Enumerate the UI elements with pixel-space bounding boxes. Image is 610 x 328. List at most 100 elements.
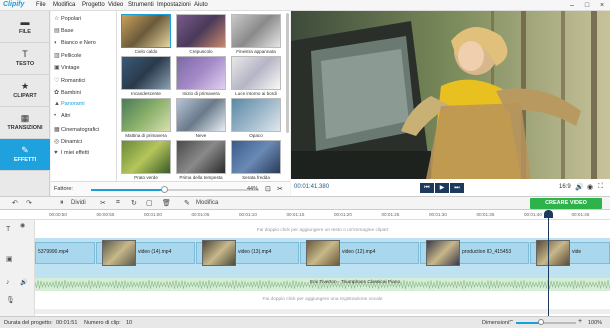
fullscreen-icon[interactable]: ⛶: [598, 183, 603, 191]
effect-thumbnail[interactable]: Prato verde: [121, 140, 171, 181]
status-bar: Durata del progetto: 00:01:51 Numero di …: [0, 316, 610, 328]
category-item[interactable]: ☆ Popolari: [54, 15, 81, 25]
category-item[interactable]: ▤Base: [54, 27, 74, 37]
menu-file[interactable]: File: [36, 2, 46, 8]
clip-thumbnail: [202, 240, 236, 266]
strength-slider[interactable]: [91, 186, 259, 193]
menu-settings[interactable]: Impostazioni: [157, 2, 191, 8]
snapshot-icon[interactable]: ◉: [587, 183, 593, 191]
effect-label: Prato verde: [134, 175, 158, 180]
clip-label: video (12).mp4: [342, 249, 376, 255]
previous-frame-button[interactable]: ⏮: [420, 183, 434, 193]
menu-project[interactable]: Progetto: [82, 2, 105, 8]
sidebar-item-effects[interactable]: ✎ EFFETTI: [0, 139, 50, 171]
effect-thumbnail[interactable]: Prima della tempesta: [176, 140, 226, 181]
effect-thumbnail[interactable]: Incandescente: [121, 56, 171, 97]
cut-icon[interactable]: ✂: [100, 199, 106, 207]
strength-knob[interactable]: [161, 186, 169, 193]
playhead[interactable]: [548, 210, 549, 316]
category-label: Base: [61, 28, 74, 35]
category-item[interactable]: ✿ Bambini: [54, 89, 81, 99]
undo-icon[interactable]: ↶: [12, 199, 18, 207]
playhead-handle[interactable]: [544, 210, 553, 218]
edit-icon[interactable]: ✎: [184, 199, 190, 207]
close-icon[interactable]: ×: [595, 0, 609, 11]
menu-tools[interactable]: Strumenti: [128, 2, 154, 8]
category-item[interactable]: ▥Pellicole: [54, 52, 81, 62]
rotate-icon[interactable]: ↻: [131, 199, 137, 207]
effect-preview-image: [231, 98, 281, 132]
effect-category-list: ☆ Popolari ▤Base ◐ Bianco e Nero ▥Pellicole ▣V…: [51, 11, 117, 181]
strength-label: Fattore:: [54, 186, 73, 192]
effect-label: Crepuscolo: [189, 49, 213, 54]
create-video-button[interactable]: CREARE VIDEO: [530, 198, 602, 209]
sidebar-item-text[interactable]: T TESTO: [0, 43, 50, 75]
menu-edit[interactable]: Modifica: [53, 2, 75, 8]
split-button[interactable]: Dividi: [71, 200, 86, 206]
sidebar-item-clipart[interactable]: ★ CLIPART: [0, 75, 50, 107]
effect-thumbnail[interactable]: Mattina di primavera: [121, 98, 171, 139]
effect-thumbnail[interactable]: Neve: [176, 98, 226, 139]
sidebar-item-transitions[interactable]: ▦ TRANSIZIONI: [0, 107, 50, 139]
split-icon[interactable]: ⏸: [60, 199, 64, 207]
effect-preview-image: [176, 140, 226, 174]
effect-thumbnail[interactable]: Crepuscolo: [176, 14, 226, 55]
category-item[interactable]: ▦Cinematografici: [54, 126, 99, 136]
category-icon: ◐: [54, 39, 58, 46]
category-label: Bambini: [61, 89, 81, 96]
effect-thumbnail[interactable]: Inizio di primavera: [176, 56, 226, 97]
zoom-in-icon[interactable]: +: [578, 318, 582, 325]
edit-button[interactable]: Modifica: [196, 200, 218, 206]
preview-panel: 00:01:41.380 ⏮ ▶ ⏭ 16:9 🔊 ◉ ⛶: [291, 11, 610, 196]
fullscreen-toggle-icon[interactable]: ⊡: [265, 185, 271, 193]
grid-scrollbar[interactable]: [286, 13, 289, 133]
category-label: Bianco e Nero: [61, 39, 96, 46]
delete-icon[interactable]: 🗑: [162, 199, 171, 207]
category-label: I miei effetti: [61, 150, 90, 157]
zoom-knob[interactable]: [538, 319, 544, 325]
frame-icon[interactable]: ▢: [146, 199, 153, 207]
effect-thumbnail[interactable]: Finestra appannata: [231, 14, 281, 55]
category-label: Popolari: [61, 16, 82, 22]
ruler-tick-label: 00:00:50: [49, 212, 67, 217]
star-icon: ★: [20, 81, 30, 91]
app-logo: Clipify: [3, 1, 25, 8]
effect-label: Prima della tempesta: [179, 175, 223, 180]
play-button[interactable]: ▶: [435, 183, 449, 193]
category-item[interactable]: ♥ I miei effetti: [54, 150, 89, 160]
effect-thumbnail[interactable]: Opaco: [231, 98, 281, 139]
folder-icon: ▬: [20, 17, 30, 27]
category-label: Pellicole: [61, 52, 82, 59]
redo-icon[interactable]: ↷: [26, 199, 32, 207]
effect-thumbnail[interactable]: Luce intorno ai bordi: [231, 56, 281, 97]
voice-track-hint[interactable]: Fai doppio click per aggiungere una regi…: [35, 297, 610, 302]
category-item[interactable]: ▲Panorami: [54, 101, 85, 111]
maximize-icon[interactable]: □: [580, 0, 594, 11]
effect-label: Mattina di primavera: [125, 133, 167, 138]
zoom-slider[interactable]: [516, 319, 576, 325]
menu-video[interactable]: Video: [108, 2, 123, 8]
crop-icon[interactable]: ⌗: [116, 199, 120, 207]
category-item[interactable]: ▣Vintage: [54, 64, 80, 74]
menu-help[interactable]: Aiuto: [194, 2, 208, 8]
minimize-icon[interactable]: –: [565, 0, 579, 11]
clip-count-label: Numero di clip:: [84, 320, 121, 326]
aspect-ratio[interactable]: 16:9: [559, 184, 571, 190]
category-item[interactable]: ◎ Dinamici: [54, 138, 82, 148]
effect-thumbnail[interactable]: Cielo caldo: [121, 14, 171, 55]
category-label: Dinamici: [61, 139, 83, 145]
timeline-scrollbar[interactable]: [35, 309, 610, 314]
tools-icon[interactable]: ✂: [277, 185, 283, 193]
category-item[interactable]: ♡ Romantici: [54, 77, 85, 87]
category-icon: ▣: [54, 65, 60, 72]
effect-thumbnail[interactable]: Serata fredda: [231, 140, 281, 181]
zoom-out-icon[interactable]: −: [509, 318, 513, 325]
category-item[interactable]: ◐ Bianco e Nero: [54, 40, 96, 50]
ruler-tick-label: 00:01:10: [239, 212, 257, 217]
volume-icon[interactable]: 🔊: [575, 183, 584, 191]
sidebar-item-file[interactable]: ▬ FILE: [0, 11, 50, 43]
next-frame-button[interactable]: ⏭: [450, 183, 464, 193]
timeline-ruler[interactable]: 00:00:50 00:00:55 00:01:00 00:01:05 00:01:10…: [0, 210, 610, 220]
timeline: T ◉ ▣ ♪ 🔊 🎙 Fai doppio click per aggiung…: [0, 220, 610, 316]
category-item[interactable]: • Altri: [54, 113, 70, 123]
